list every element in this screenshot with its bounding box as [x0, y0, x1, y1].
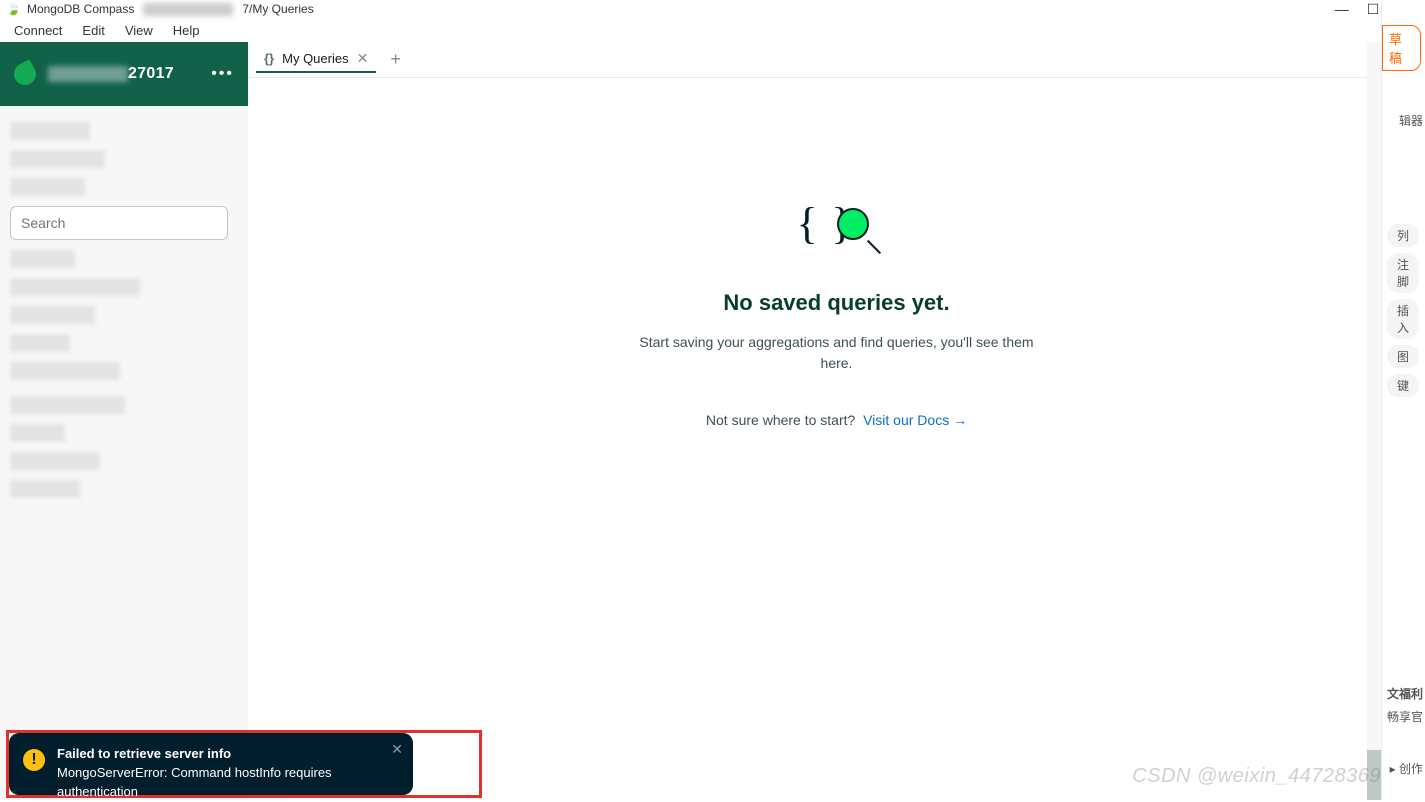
mongodb-leaf-icon: 🍃 [6, 2, 21, 16]
panel-promo: 文福利 [1387, 685, 1423, 702]
panel-pill[interactable]: 注脚 [1387, 253, 1419, 293]
app-name: MongoDB Compass [27, 2, 134, 16]
tab-label: My Queries [282, 51, 348, 66]
menu-help[interactable]: Help [163, 21, 210, 40]
vertical-scrollbar[interactable] [1367, 42, 1381, 800]
panel-pill[interactable]: 键 [1387, 374, 1419, 397]
tab-bar: {} My Queries ✕ + [248, 42, 1425, 78]
sidebar-item[interactable] [10, 424, 65, 442]
new-tab-button[interactable]: + [382, 49, 409, 70]
sidebar-item[interactable] [10, 452, 100, 470]
prompt-text: Not sure where to start? [706, 412, 855, 428]
connection-name: 27017 [48, 65, 199, 83]
connection-header: 27017 ••• [0, 42, 248, 106]
panel-promo: 畅享官 [1387, 708, 1423, 725]
docs-link[interactable]: Visit our Docs → [863, 412, 967, 428]
create-button[interactable]: ▸ 创作 [1390, 760, 1423, 777]
menu-bar: Connect Edit View Help [0, 18, 1425, 42]
sidebar: 27017 ••• [0, 42, 248, 800]
connection-host-blur [48, 66, 128, 82]
toast-title: Failed to retrieve server info [57, 745, 399, 764]
sidebar-item[interactable] [10, 122, 90, 140]
tab-close-button[interactable]: ✕ [357, 50, 369, 67]
search-input[interactable] [10, 206, 228, 240]
main-content: {} My Queries ✕ + { } No saved queries y… [248, 42, 1425, 800]
sidebar-item[interactable] [10, 362, 120, 380]
sidebar-item[interactable] [10, 306, 95, 324]
window-maximize-button[interactable]: ☐ [1367, 1, 1380, 18]
menu-edit[interactable]: Edit [72, 21, 114, 40]
panel-pill[interactable]: 图 [1387, 345, 1419, 368]
empty-body: Start saving your aggregations and find … [637, 332, 1037, 374]
empty-heading: No saved queries yet. [723, 290, 949, 316]
panel-pill[interactable]: 列 [1387, 224, 1419, 247]
sidebar-item[interactable] [10, 396, 125, 414]
connection-menu-button[interactable]: ••• [211, 65, 234, 83]
scrollbar-thumb[interactable] [1367, 750, 1381, 800]
error-toast: ! Failed to retrieve server info MongoSe… [9, 733, 413, 795]
sidebar-item[interactable] [10, 150, 105, 168]
error-highlight-box: ! Failed to retrieve server info MongoSe… [6, 730, 482, 798]
title-suffix: 7/My Queries [242, 2, 313, 16]
toast-close-button[interactable]: ✕ [391, 741, 403, 758]
draft-badge[interactable]: 草稿 [1382, 25, 1421, 71]
connection-port: 27017 [128, 65, 174, 82]
panel-pill[interactable]: 插入 [1387, 299, 1419, 339]
title-bar: 🍃 MongoDB Compass 7/My Queries — ☐ ✕ [0, 0, 1425, 18]
braces-icon: {} [264, 51, 274, 66]
window-minimize-button[interactable]: — [1335, 1, 1349, 18]
magnifier-icon [837, 208, 869, 240]
empty-prompt: Not sure where to start? Visit our Docs … [706, 412, 967, 428]
toast-body: MongoServerError: Command hostInfo requi… [57, 764, 399, 802]
warning-icon: ! [23, 749, 45, 771]
mongodb-logo-icon [10, 59, 40, 89]
sidebar-item[interactable] [10, 480, 80, 498]
sidebar-item[interactable] [10, 334, 70, 352]
empty-state-icon: { } [797, 198, 877, 268]
empty-state: { } No saved queries yet. Start saving y… [248, 78, 1425, 800]
sidebar-item[interactable] [10, 250, 75, 268]
editor-side-panel: 草稿 辑器 列 注脚 插入 图 键 文福利 畅享官 ▸ 创作 [1381, 0, 1425, 800]
panel-label: 辑器 [1399, 112, 1423, 129]
title-host-blur [143, 3, 233, 16]
menu-connect[interactable]: Connect [4, 21, 72, 40]
sidebar-item[interactable] [10, 178, 85, 196]
sidebar-item[interactable] [10, 278, 140, 296]
tab-my-queries[interactable]: {} My Queries ✕ [256, 46, 376, 73]
menu-view[interactable]: View [115, 21, 163, 40]
